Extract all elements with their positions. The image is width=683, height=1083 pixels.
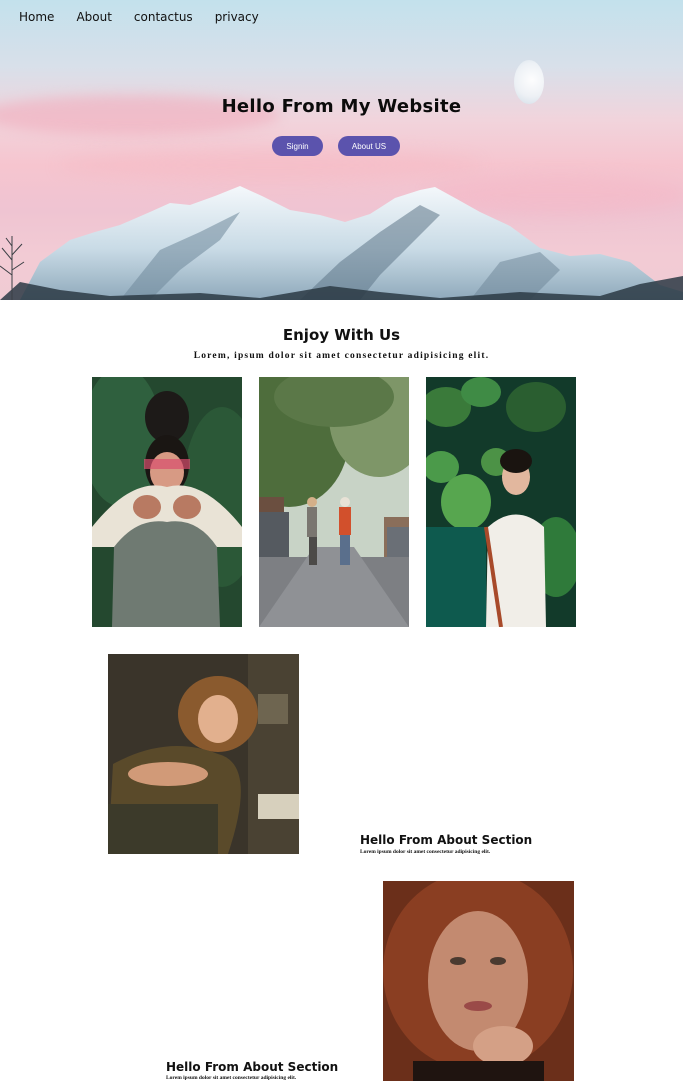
about-photo-curly-hair-woman [383, 881, 574, 1081]
about-section-subtitle: Lorem ipsum dolor sit amet consectetur a… [360, 849, 491, 855]
enjoy-section-title: Enjoy With Us [282, 326, 401, 344]
signin-button[interactable]: Signin [272, 136, 323, 156]
gallery-photo-woman-leaves [426, 377, 576, 627]
hero-banner: Home About contactus privacy Hello From … [0, 0, 683, 300]
enjoy-section-subtitle: Lorem, ipsum dolor sit amet consectetur … [193, 351, 490, 361]
nav-about-link[interactable]: About [76, 10, 111, 24]
top-navigation: Home About contactus privacy [19, 10, 281, 24]
about-us-button[interactable]: About US [338, 136, 400, 156]
nav-contactus-link[interactable]: contactus [134, 10, 193, 24]
about-section-subtitle: Lorem ipsum dolor sit amet consectetur a… [166, 1075, 297, 1081]
gallery-photo-street-skaters [259, 377, 409, 627]
gallery-photo-women-hands [92, 377, 242, 627]
about-photo-seated-woman [108, 654, 299, 854]
hero-title: Hello From My Website [221, 96, 462, 117]
nav-home-link[interactable]: Home [19, 10, 54, 24]
nav-privacy-link[interactable]: privacy [215, 10, 259, 24]
about-section-title: Hello From About Section [166, 1060, 339, 1074]
about-section-title: Hello From About Section [360, 833, 533, 847]
